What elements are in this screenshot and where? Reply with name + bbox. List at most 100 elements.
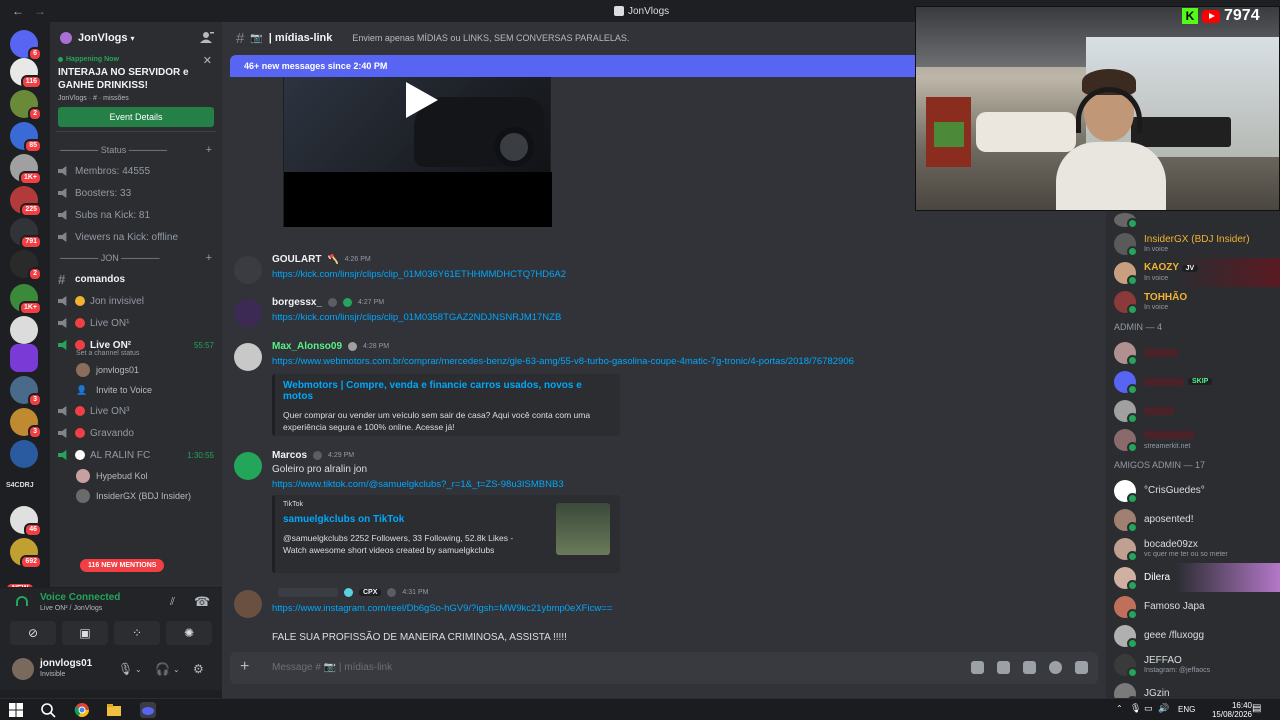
plus-icon[interactable]: +: [206, 144, 212, 156]
emoji-icon[interactable]: [1049, 661, 1062, 674]
activities-button[interactable]: ⁘: [114, 621, 160, 645]
category-status[interactable]: ────── Status ────── +: [50, 140, 222, 160]
notification-icon[interactable]: ▤: [1252, 703, 1261, 714]
member-item[interactable]: bocade09zx vc quer me ter ou so meter: [1106, 534, 1280, 563]
message-link[interactable]: https://kick.com/linsjr/clips/clip_01M03…: [272, 312, 561, 323]
channel-live-on-1[interactable]: Live ON¹: [50, 312, 222, 334]
new-mentions-button[interactable]: 116 NEW MENTIONS: [80, 559, 165, 572]
gif-icon[interactable]: [997, 661, 1010, 674]
new-messages-bar[interactable]: 46+ new messages since 2:40 PM: [230, 55, 920, 77]
server-icon[interactable]: 2: [10, 90, 42, 121]
channel-gravando[interactable]: Gravando: [50, 422, 222, 444]
windows-start-icon[interactable]: [8, 702, 24, 718]
member-item[interactable]: SKIP: [1106, 367, 1280, 396]
close-icon[interactable]: ✕: [203, 54, 212, 67]
sticker-icon[interactable]: [1023, 661, 1036, 674]
server-icon[interactable]: 1K+: [10, 154, 42, 185]
member-item[interactable]: aposented!: [1106, 505, 1280, 534]
channel-al-ralin-fc[interactable]: AL RALIN FC 1:30:55: [50, 444, 222, 466]
language-indicator[interactable]: ENG: [1178, 705, 1195, 714]
voice-user[interactable]: jonvlogs01: [50, 360, 222, 380]
member-item[interactable]: Famoso Japa: [1106, 592, 1280, 621]
channel-stat[interactable]: Boosters: 33: [50, 182, 222, 204]
user-name[interactable]: jonvlogs01: [40, 658, 92, 669]
member-item[interactable]: [1106, 338, 1280, 367]
channel-live-on-2[interactable]: Live ON² 55:57: [50, 334, 222, 356]
server-text-label[interactable]: S4CDRJ: [6, 482, 34, 489]
message-link[interactable]: https://www.instagram.com/reel/Db6gSo-hG…: [272, 603, 612, 614]
member-item[interactable]: JGzin: [1106, 679, 1280, 698]
signal-icon[interactable]: [16, 596, 28, 606]
channel-jon-invisivel[interactable]: Jon invisivel: [50, 290, 222, 312]
member-item[interactable]: streamerkit.net: [1106, 425, 1280, 454]
plus-icon[interactable]: +: [206, 252, 212, 264]
avatar[interactable]: [12, 658, 34, 680]
clock[interactable]: 16:40 15/08/2026: [1212, 701, 1252, 719]
noise-suppression-icon[interactable]: ⫽: [170, 596, 175, 609]
member-item[interactable]: [1106, 396, 1280, 425]
member-item[interactable]: KAOZY JV In voice: [1106, 258, 1280, 287]
server-icon[interactable]: 3: [10, 376, 42, 407]
server-icon[interactable]: 116: [10, 58, 42, 89]
message-author[interactable]: GOULART: [272, 254, 321, 265]
channel-stat[interactable]: Viewers na Kick: offline: [50, 226, 222, 248]
chevron-down-icon[interactable]: ⌄: [135, 665, 142, 674]
event-details-button[interactable]: Event Details: [58, 107, 214, 127]
server-icon[interactable]: 692: [10, 538, 42, 569]
server-icon[interactable]: 225: [10, 186, 42, 217]
discord-taskbar-icon[interactable]: [140, 702, 156, 718]
gift-icon[interactable]: [971, 661, 984, 674]
chevron-down-icon[interactable]: ⌄: [173, 665, 180, 674]
volume-icon[interactable]: 🔊: [1158, 703, 1169, 714]
microphone-tray-icon[interactable]: 🎙: [1130, 703, 1141, 714]
message-author[interactable]: Max_Alonso09: [272, 341, 342, 352]
channel-stat[interactable]: Subs na Kick: 81: [50, 204, 222, 226]
member-item[interactable]: Dilera: [1106, 563, 1280, 592]
gear-icon[interactable]: ⚙: [193, 662, 204, 676]
plus-icon[interactable]: +: [240, 658, 249, 676]
invite-to-voice[interactable]: 👤 Invite to Voice: [50, 380, 222, 400]
member-item[interactable]: JEFFAO Instagram: @jeffaocs: [1106, 650, 1280, 679]
server-icon[interactable]: 46: [10, 506, 42, 537]
embed-thumbnail[interactable]: [556, 503, 610, 555]
disconnect-icon[interactable]: ☎: [194, 594, 210, 610]
message-author[interactable]: borgessx_: [272, 297, 322, 308]
member-item[interactable]: InsiderGX (BDJ Insider) In voice: [1106, 229, 1280, 258]
back-arrow-icon[interactable]: ←: [12, 4, 24, 18]
server-icon[interactable]: [10, 316, 38, 344]
server-icon[interactable]: 85: [10, 122, 42, 153]
member-item[interactable]: °CrisGuedes°: [1106, 476, 1280, 505]
avatar[interactable]: [234, 299, 262, 327]
channel-stat[interactable]: Membros: 44555: [50, 160, 222, 182]
server-icon[interactable]: [10, 440, 38, 468]
message-link[interactable]: https://www.webmotors.com.br/comprar/mer…: [272, 356, 854, 367]
guild-header[interactable]: JonVlogs ▾: [50, 22, 222, 54]
member-item[interactable]: geee /fluxogg: [1106, 621, 1280, 650]
server-icon[interactable]: 6: [10, 30, 42, 61]
server-icon[interactable]: 791: [10, 218, 42, 249]
member-item[interactable]: TOHHÃO In voice: [1106, 287, 1280, 316]
voice-user[interactable]: Hypebud Kol: [50, 466, 222, 486]
soundboard-button[interactable]: ✺: [166, 621, 212, 645]
microphone-icon[interactable]: 🎙: [118, 662, 133, 676]
play-icon[interactable]: [406, 82, 438, 118]
message-link[interactable]: https://www.tiktok.com/@samuelgkclubs?_r…: [272, 479, 564, 490]
server-icon[interactable]: 1K+: [10, 284, 42, 315]
server-icon[interactable]: [10, 344, 38, 372]
headphones-icon[interactable]: 🎧: [155, 662, 170, 676]
avatar[interactable]: [234, 590, 262, 618]
channel-live-on-3[interactable]: Live ON³: [50, 400, 222, 422]
avatar[interactable]: [234, 452, 262, 480]
server-icon[interactable]: 3: [10, 408, 42, 439]
invite-people-icon[interactable]: [200, 31, 214, 43]
channel-comandos[interactable]: # comandos: [50, 268, 222, 290]
voice-location[interactable]: Live ON² / JonVlogs: [40, 605, 102, 612]
embed-title[interactable]: Webmotors | Compre, venda e financie car…: [283, 380, 612, 402]
channel-topic[interactable]: Enviem apenas MÍDIAS ou LINKS, SEM CONVE…: [352, 33, 629, 43]
chrome-icon[interactable]: [74, 702, 90, 718]
voice-user[interactable]: InsiderGX (BDJ Insider): [50, 486, 222, 506]
search-icon[interactable]: [40, 702, 56, 718]
video-embed[interactable]: [283, 77, 552, 227]
apps-icon[interactable]: [1075, 661, 1088, 674]
message-input[interactable]: Message # 📷 | mídias-link: [272, 662, 392, 673]
